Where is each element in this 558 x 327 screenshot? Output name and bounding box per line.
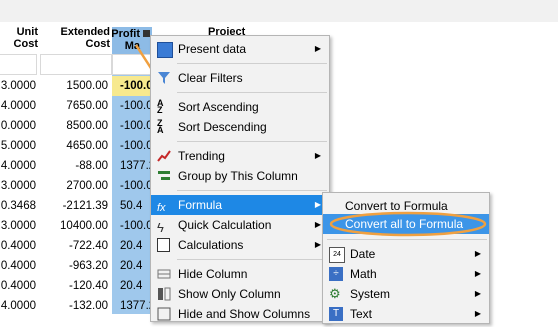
menu-item-hide-show-columns[interactable]: Hide and Show Columns [151,304,329,324]
submenu-item-math[interactable]: ÷ Math ▶ [323,264,489,284]
menu-divider [177,63,327,64]
menu-item-label: System [350,287,391,301]
menu-divider [177,259,327,260]
calendar-icon: 24 [329,247,345,263]
menu-item-label: Formula [178,198,223,212]
submenu-item-text[interactable]: T Text ▶ [323,304,489,324]
menu-item-trending[interactable]: Trending ▶ [151,146,329,166]
menu-item-formula[interactable]: fx Formula ▶ [151,195,329,215]
sort-descending-icon: ZA [157,118,164,135]
submenu-arrow-icon: ▶ [474,249,481,258]
menu-item-label: Hide Column [178,267,248,281]
submenu-arrow-icon: ▶ [314,220,321,229]
sort-ascending-icon: AZ [157,98,164,115]
menu-item-sort-ascending[interactable]: AZ Sort Ascending [151,97,329,117]
menu-item-label: Present data [178,42,247,56]
submenu-arrow-icon: ▶ [474,309,481,318]
menu-divider [177,141,327,142]
submenu-arrow-icon: ▶ [314,200,321,209]
menu-item-label: Hide and Show Columns [178,307,311,321]
group-icon [157,169,171,183]
trending-icon [157,149,171,163]
menu-item-label: Show Only Column [178,287,281,301]
menu-divider [177,190,327,191]
menu-item-calculations[interactable]: Calculations ▶ [151,235,329,255]
menu-item-quick-calculation[interactable]: ϟ Quick Calculation ▶ [151,215,329,235]
submenu-arrow-icon: ▶ [474,289,481,298]
math-icon: ÷ [329,267,343,281]
submenu-arrow-icon: ▶ [474,269,481,278]
menu-item-clear-filters[interactable]: Clear Filters [151,68,329,88]
menu-item-present-data[interactable]: Present data ▶ [151,39,329,59]
clear-filter-icon [157,71,171,85]
submenu-arrow-icon: ▶ [314,44,321,53]
menu-item-hide-column[interactable]: Hide Column [151,264,329,284]
menu-divider [327,239,487,240]
menu-item-label: Sort Descending [178,120,267,134]
formula-icon: fx [157,202,166,214]
highlight-ellipse [329,211,487,237]
gear-icon: ⚙ [329,286,341,301]
show-only-column-icon [157,287,171,301]
formula-submenu: Convert to Formula Convert all to Formul… [322,192,490,324]
submenu-arrow-icon: ▶ [314,151,321,160]
text-icon: T [329,307,343,321]
menu-item-label: Group by This Column [178,169,298,183]
calculator-icon [157,238,170,252]
menu-item-sort-descending[interactable]: ZA Sort Descending [151,117,329,137]
menu-item-label: Sort Ascending [178,100,259,114]
context-menu: Present data ▶ Clear Filters AZ Sort Asc… [150,35,330,322]
submenu-item-date[interactable]: 24 Date ▶ [323,244,489,264]
menu-item-label: Date [350,247,376,261]
submenu-item-system[interactable]: ⚙ System ▶ [323,284,489,304]
menu-divider [177,92,327,93]
menu-item-label: Math [350,267,377,281]
menu-item-label: Trending [178,149,225,163]
menu-item-show-only-column[interactable]: Show Only Column [151,284,329,304]
present-data-icon [157,42,173,58]
menu-item-label: Clear Filters [178,71,243,85]
menu-item-label: Calculations [178,238,244,252]
hide-show-columns-icon [157,307,171,321]
menu-item-label: Text [350,307,373,321]
lightning-icon: ϟ [157,220,164,235]
menu-item-group-by-column[interactable]: Group by This Column [151,166,329,186]
menu-item-label: Quick Calculation [178,218,272,232]
submenu-arrow-icon: ▶ [314,240,321,249]
hide-column-icon [157,267,171,281]
